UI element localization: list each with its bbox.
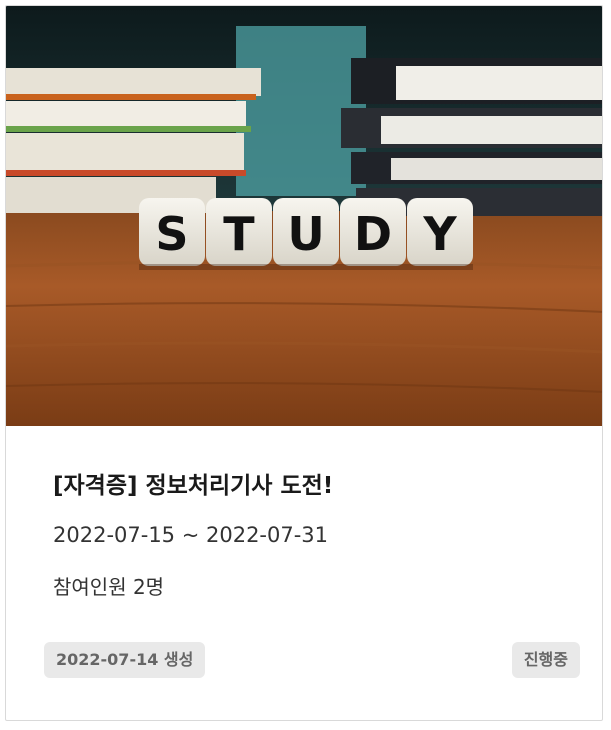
status-badge: 진행중 [511,642,580,678]
created-date-badge: 2022-07-14 생성 [44,642,206,678]
die-letter: D [354,207,392,261]
participant-count: 참여인원 2명 [53,575,165,599]
study-card[interactable]: S T U D Y [자격증] 정보처리기사 도전! 2022-07-15 ~ … [5,5,603,721]
study-card-image: S T U D Y [6,6,602,426]
study-period: 2022-07-15 ~ 2022-07-31 [53,523,329,547]
study-photo: S T U D Y [6,6,602,426]
die-letter: T [223,207,255,261]
die-letter: Y [422,207,457,261]
die-letter: S [155,207,188,261]
study-title[interactable]: [자격증] 정보처리기사 도전! [53,466,333,500]
die-letter: U [287,207,324,261]
